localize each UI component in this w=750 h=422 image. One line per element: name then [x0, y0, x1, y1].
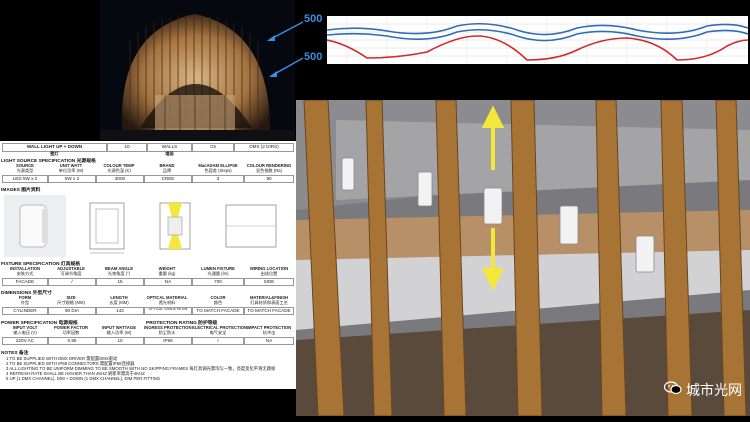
pw-sub-2: 输入功率 (W) — [106, 330, 132, 335]
pw-sub-4: 电气安全 — [209, 330, 227, 335]
fixture-render-view — [296, 100, 750, 416]
fixture-spec-sheet: WALL LIGHT UP + DOWN 10 WALLS C5 DMX (2 … — [0, 141, 296, 389]
dm-sub-0: 外型 — [20, 300, 30, 305]
power-values: 220V AC 0.95 10 IP66 I NA — [2, 337, 294, 345]
ls-sub-1: 单位功率 (W) — [58, 168, 84, 173]
pw-value-3: IP66 — [144, 337, 192, 345]
wechat-icon — [663, 381, 682, 399]
light-source-values: LED 5W x 2 5W x 2 3000 CREE 3 90 — [2, 175, 294, 183]
pw-value-4: I — [192, 337, 244, 345]
fx-sub-0: 安装方式 — [16, 271, 34, 276]
dm-value-0: CYLINDER — [2, 307, 48, 315]
ls-sub-5: 显色指数 (Ra) — [255, 168, 283, 173]
watermark: 城市光网 — [663, 380, 742, 400]
dm-sub-1: 尺寸规格 (MM) — [57, 300, 85, 305]
fixture-name-sub: 壁灯 — [50, 151, 59, 156]
fixture-qty: 10 — [107, 143, 147, 152]
dm-value-3: OPTICAL GRADE RESIN — [144, 307, 192, 315]
pw-sub-0: 输入电压 (V) — [13, 330, 37, 335]
facade-profile-diagram — [326, 16, 749, 64]
fixture-image-drawing-beam — [146, 195, 204, 257]
ls-value-4: 3 — [192, 175, 244, 183]
spec-header-row: WALL LIGHT UP + DOWN 10 WALLS C5 DMX (2 … — [2, 143, 294, 152]
fixture-code: C5 — [192, 143, 234, 152]
ls-value-5: 90 — [244, 175, 294, 183]
ls-value-1: 5W x 2 — [48, 175, 96, 183]
dm-sub-5: 灯具材质和表面工艺 — [250, 300, 288, 305]
ls-value-3: CREE — [144, 175, 192, 183]
fx-sub-5: 出线位置 — [260, 271, 278, 276]
pw-value-0: 220V AC — [2, 337, 48, 345]
ls-sub-2: 光源色温 (K) — [107, 168, 131, 173]
annotation-arrows — [267, 21, 304, 77]
fx-value-3: NA — [144, 278, 192, 286]
ls-sub-4: 色容差 (Steps) — [204, 168, 232, 173]
fixture-image-drawing-front — [78, 195, 138, 257]
ls-sub-0: 光源类型 — [16, 168, 34, 173]
fixture-image-drawing-side — [212, 195, 290, 257]
fx-value-5: SIDE — [244, 278, 294, 286]
fx-sub-3: 重量 (kg) — [158, 271, 176, 276]
ls-sub-3: 品牌 — [162, 168, 172, 173]
dm-sub-4: 颜色 — [213, 300, 223, 305]
label-bottom-500: 500 — [304, 51, 323, 63]
dm-sub-3: 透光材料 — [158, 300, 176, 305]
dimensions-values: CYLINDER 90 DIA 143 OPTICAL GRADE RESIN … — [2, 307, 294, 315]
dm-value-2: 143 — [96, 307, 144, 315]
watermark-text: 城市光网 — [686, 383, 742, 399]
ls-value-2: 3000 — [96, 175, 144, 183]
fx-value-1: / — [48, 278, 96, 286]
pw-sub-1: 功率因数 — [62, 330, 80, 335]
pw-value-5: NA — [244, 337, 294, 345]
dm-value-4: TO MATCH FACADE — [192, 307, 244, 315]
pw-value-1: 0.95 — [48, 337, 96, 345]
dm-value-5: TO MATCH FACADE — [244, 307, 294, 315]
fx-sub-2: 光束角度 (°) — [107, 271, 131, 276]
fixture-values: FACADE / 15 NA 700 SIDE — [2, 278, 294, 286]
fixture-location-sub: 墙面 — [165, 151, 174, 156]
note-item: 5 UP (1 DMX CHANNEL), DIM + DOWN (1 DMX … — [6, 376, 161, 381]
dm-sub-2: 长度 (MM) — [109, 300, 129, 305]
fx-value-4: 700 — [192, 278, 244, 286]
ls-value-0: LED 5W x 2 — [2, 175, 48, 183]
pw-sub-5: 抗冲击 — [262, 330, 276, 335]
fx-sub-4: 光通量 (lm) — [207, 271, 229, 276]
dm-value-1: 90 DIA — [48, 307, 96, 315]
fixture-control: DMX (2 DIRS) — [234, 143, 294, 152]
fx-value-2: 15 — [96, 278, 144, 286]
fixture-image-photo — [4, 195, 66, 257]
fx-sub-1: 可调节角度 — [60, 271, 82, 276]
pw-sub-3: 防尘防水 — [158, 330, 176, 335]
label-top-500: 500 — [304, 13, 323, 25]
pw-value-2: 10 — [96, 337, 144, 345]
images-title: IMAGES 图片资料 — [1, 188, 41, 193]
fx-value-0: FACADE — [2, 278, 48, 286]
